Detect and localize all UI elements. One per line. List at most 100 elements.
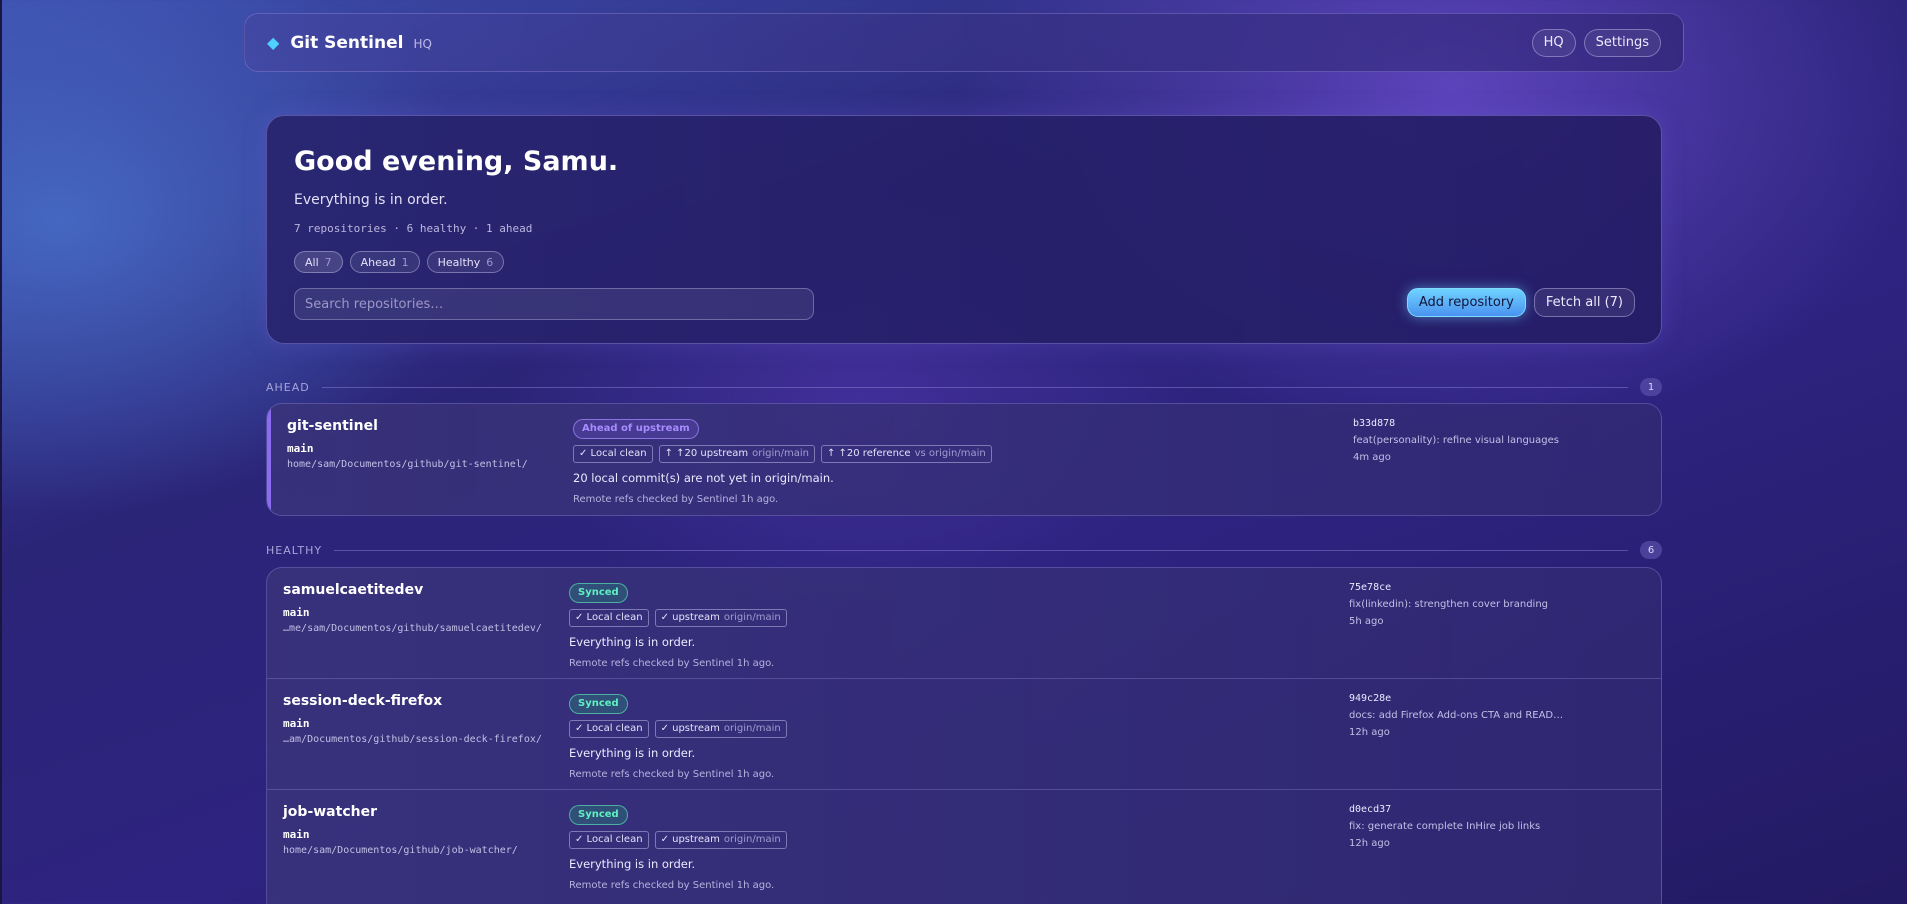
filter-count: 7 — [324, 255, 332, 269]
greeting-title: Good evening, Samu. — [294, 146, 619, 177]
commit-time: 12h ago — [1349, 838, 1390, 849]
repo-message: Everything is in order. — [569, 634, 696, 649]
upstream-chip: ✓ upstream origin/main — [654, 608, 787, 627]
chip-group: ✓ Local clean ✓ upstream origin/main — [569, 608, 787, 627]
repo-branch: main — [283, 717, 310, 730]
commit-message: fix: generate complete InHire job links — [1349, 821, 1541, 832]
filter-group: All 7 Ahead 1 Healthy 6 — [294, 251, 1634, 273]
section-label: AHEAD — [266, 380, 310, 394]
chip-label: ↑ ↑20 reference — [826, 448, 911, 459]
section-count: 6 — [1640, 541, 1662, 559]
filter-all[interactable]: All 7 — [294, 251, 343, 273]
last-commit: 949c28e docs: add Firefox Add-ons CTA an… — [1349, 693, 1563, 738]
chip-group: ✓ Local clean ✓ upstream origin/main — [569, 830, 787, 849]
section-label: HEALTHY — [266, 543, 323, 557]
repo-message: Everything is in order. — [569, 745, 696, 760]
commit-hash: b33d878 — [1353, 418, 1396, 429]
repo-path: …am/Documentos/github/session-deck-firef… — [283, 734, 542, 745]
repo-branch: main — [287, 442, 314, 455]
chip-group: ✓ Local clean ✓ upstream origin/main — [569, 719, 787, 738]
status-badge: Synced — [569, 693, 628, 714]
chip-group: ✓ Local clean ↑ ↑20 upstream origin/main … — [573, 444, 992, 463]
topbar-actions: HQ Settings — [1531, 28, 1661, 57]
brand-tag: HQ — [413, 37, 432, 51]
hero-card: Good evening, Samu. Everything is in ord… — [266, 115, 1662, 344]
repo-check-status: Remote refs checked by Sentinel 1h ago. — [569, 879, 775, 891]
repo-status-area: Synced ✓ Local clean ✓ upstream origin/ma… — [569, 802, 787, 891]
commit-time: 5h ago — [1349, 616, 1384, 627]
chip-label: ✓ Local clean — [575, 612, 643, 623]
chip-ref: origin/main — [723, 723, 781, 734]
chip-ref: vs origin/main — [914, 448, 986, 459]
repo-path: home/sam/Documentos/github/job-watcher/ — [283, 845, 518, 856]
upstream-chip: ↑ ↑20 upstream origin/main — [658, 444, 815, 463]
chip-label: ✓ upstream — [660, 612, 720, 623]
commit-time: 12h ago — [1349, 727, 1390, 738]
fetch-all-button[interactable]: Fetch all (7) — [1533, 288, 1635, 317]
repo-message: 20 local commit(s) are not yet in origin… — [573, 470, 834, 485]
repo-card-session-deck-firefox[interactable]: session-deck-firefox main …am/Documentos… — [267, 679, 1661, 790]
diamond-logo-icon: ◆ — [267, 33, 280, 52]
repo-path: …me/sam/Documentos/github/samuelcaetited… — [283, 623, 542, 634]
chip-label: ✓ Local clean — [575, 723, 643, 734]
local-clean-chip: ✓ Local clean — [569, 719, 649, 738]
local-clean-chip: ✓ Local clean — [569, 608, 649, 627]
section-header-ahead: AHEAD 1 — [266, 378, 1662, 396]
repo-name: samuelcaetitedev — [283, 582, 424, 598]
status-badge: Ahead of upstream — [573, 418, 699, 439]
filter-count: 1 — [401, 255, 409, 269]
repo-status-area: Ahead of upstream ✓ Local clean ↑ ↑20 up… — [573, 416, 992, 505]
repo-group-healthy: samuelcaetitedev main …me/sam/Documentos… — [266, 567, 1662, 904]
hero-actions: Add repository Fetch all (7) — [1406, 288, 1635, 317]
upstream-chip: ✓ upstream origin/main — [654, 830, 787, 849]
repo-card-git-sentinel[interactable]: git-sentinel main home/sam/Documentos/gi… — [267, 404, 1661, 515]
chip-label: ✓ upstream — [660, 723, 720, 734]
commit-time: 4m ago — [1353, 452, 1391, 463]
settings-button[interactable]: Settings — [1583, 28, 1661, 57]
chip-label: ✓ Local clean — [579, 448, 647, 459]
chip-label: ↑ ↑20 upstream — [664, 448, 749, 459]
filter-label: All — [305, 255, 319, 269]
repo-name: session-deck-firefox — [283, 693, 443, 709]
repo-message: Everything is in order. — [569, 856, 696, 871]
status-badge: Synced — [569, 804, 628, 825]
commit-message: feat(personality): refine visual languag… — [1353, 435, 1559, 446]
repo-branch: main — [283, 606, 310, 619]
section-count: 1 — [1640, 378, 1662, 396]
section-header-healthy: HEALTHY 6 — [266, 541, 1662, 559]
search-input[interactable] — [294, 288, 814, 320]
chip-ref: origin/main — [723, 834, 781, 845]
filter-ahead[interactable]: Ahead 1 — [349, 251, 420, 273]
repo-group-ahead: git-sentinel main home/sam/Documentos/gi… — [266, 403, 1662, 516]
commit-hash: 949c28e — [1349, 693, 1392, 704]
commit-hash: 75e78ce — [1349, 582, 1392, 593]
add-repository-button[interactable]: Add repository — [1406, 288, 1526, 317]
section-divider — [321, 386, 1628, 388]
filter-count: 6 — [486, 255, 494, 269]
local-clean-chip: ✓ Local clean — [573, 444, 653, 463]
upstream-chip: ✓ upstream origin/main — [654, 719, 787, 738]
greeting-subtitle: Everything is in order. — [294, 192, 448, 208]
repo-card-samuelcaetitedev[interactable]: samuelcaetitedev main …me/sam/Documentos… — [267, 568, 1661, 679]
filter-healthy[interactable]: Healthy 6 — [426, 251, 505, 273]
brand-name: Git Sentinel — [290, 32, 404, 53]
repo-status-area: Synced ✓ Local clean ✓ upstream origin/ma… — [569, 580, 787, 669]
last-commit: 75e78ce fix(linkedin): strengthen cover … — [1349, 582, 1548, 627]
repo-branch: main — [283, 828, 310, 841]
status-badge: Synced — [569, 582, 628, 603]
commit-message: fix(linkedin): strengthen cover branding — [1349, 599, 1549, 610]
filter-label: Healthy — [437, 255, 481, 269]
hq-button[interactable]: HQ — [1531, 28, 1576, 57]
repo-name: job-watcher — [283, 804, 377, 820]
chip-label: ✓ upstream — [660, 834, 720, 845]
chip-ref: origin/main — [723, 612, 781, 623]
repo-card-job-watcher[interactable]: job-watcher main home/sam/Documentos/git… — [267, 790, 1661, 901]
repo-status-area: Synced ✓ Local clean ✓ upstream origin/ma… — [569, 691, 787, 780]
repo-check-status: Remote refs checked by Sentinel 1h ago. — [569, 768, 775, 780]
repo-stats: 7 repositories · 6 healthy · 1 ahead — [294, 222, 533, 235]
top-bar: ◆ Git Sentinel HQ HQ Settings — [244, 13, 1684, 72]
section-divider — [334, 549, 1628, 551]
chip-ref: origin/main — [752, 448, 809, 459]
commit-hash: d0ecd37 — [1349, 804, 1392, 815]
filter-label: Ahead — [360, 255, 396, 269]
